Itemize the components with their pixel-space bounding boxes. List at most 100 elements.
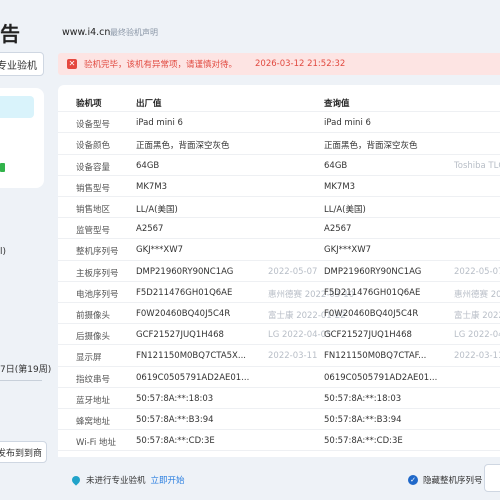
query-date: 惠州德赛 2022-03-10 [454,289,500,300]
factory-value: DMP21960RY90NC1AG [136,266,234,277]
query-value: MK7M3 [324,181,356,192]
page-title: 告 [0,22,20,46]
query-value: 0619C0505791AD2AE01... [324,372,438,383]
query-date: 2022-03-11 [454,351,500,362]
row-label: 前摄像头 [76,311,111,321]
factory-value: 正面黑色，背面深空灰色 [136,141,230,152]
query-value: 正面黑色，背面深空灰色 [324,141,418,152]
hide-serial-label: 隐藏整机序列号 [423,476,483,486]
factory-value: FN121150M0BQ7CTA5X... [136,351,246,362]
error-icon: ✕ [67,59,77,69]
table-row: 主板序列号 DMP21960RY90NC1AG 2022-05-07 DMP21960… [58,261,500,282]
query-date: 2022-05-07 [454,266,500,277]
left-divider [0,380,42,381]
table-row: 显示屏 FN121150M0BQ7CTA5X... 2022-03-11 FN1211… [58,345,500,367]
left-highlight [0,96,34,118]
query-date: LG 2022-04-05 [454,330,500,341]
publish-button[interactable]: 发布到到商 [0,441,47,463]
table-row: 前摄像头 F0W20460BQ40J5C4R 富士康 2022-01-22 F0W20… [58,303,500,325]
pro-inspection-button[interactable]: 专业验机 [0,52,44,76]
alert-message: 验机完毕，该机有异常项，请谨慎对待。 [84,60,238,70]
row-label: 后摄像头 [76,332,111,343]
header-query: 查询值 [324,99,350,109]
factory-date: 2022-03-11 [268,351,318,362]
factory-value: F5D211476GH01Q6AE [136,287,233,298]
query-value: iPad mini 6 [324,118,371,129]
edge-button[interactable] [484,464,500,492]
query-value: LL/A(美国) [324,205,366,215]
factory-value: GCF21527JUQ1H468 [136,330,224,341]
row-label: 销售地区 [76,205,111,215]
alert-banner: ✕ 验机完毕，该机有异常项，请谨慎对待。 2026-03-12 21:52:32 [58,53,500,75]
header-factory: 出厂值 [136,99,162,109]
row-label: 蜂窝地址 [76,417,111,427]
factory-date: 2022-05-07 [268,266,318,277]
left-text-2: 7日(第19周) [0,365,52,375]
row-label: 设备颜色 [76,141,111,152]
row-label: 整机序列号 [76,247,119,258]
factory-value: MK7M3 [136,181,168,192]
table-row: 蜂窝地址 50:57:8A:**:B3:94 50:57:8A:**:B3:94 [58,409,500,431]
row-label: 指纹串号 [76,374,111,385]
factory-value: F0W20460BQ40J5C4R [136,309,231,319]
query-value: 64GB [324,160,348,171]
table-row: 销售型号 MK7M3 MK7M3 [58,176,500,197]
pro-status-bar: 未进行专业验机 立即开始 [70,474,185,486]
factory-value: LL/A(美国) [136,205,178,215]
query-value: 50:57:8A:**:B3:94 [324,415,402,425]
table-row: 后摄像头 GCF21527JUQ1H468 LG 2022-04-05 GCF2152… [58,324,500,346]
row-label: 主板序列号 [76,268,119,279]
row-label: 销售型号 [76,183,111,194]
table-row: Wi-Fi 地址 50:57:8A:**:CD:3E 50:57:8A:**:CD:… [58,430,500,452]
pro-status-text: 未进行专业验机 [86,476,146,486]
disclaimer-link[interactable]: 最终验机声明 [110,27,158,38]
table-row: 设备型号 iPad mini 6 iPad mini 6 [58,112,500,134]
alert-time: 2026-03-12 21:52:32 [255,59,346,69]
row-label: 显示屏 [76,353,102,364]
factory-value: 50:57:8A:**:B3:94 [136,415,214,425]
header-label: 验机项 [76,99,102,109]
table-row: 设备容量 64GB 64GB Toshiba TLC [58,155,500,176]
query-value: A2567 [324,224,352,235]
factory-value: 50:57:8A:**:18:03 [136,393,214,404]
query-value: GCF21527JUQ1H468 [324,330,412,341]
query-value: 50:57:8A:**:18:03 [324,393,402,404]
hide-serial-option[interactable]: ✓ 隐藏整机序列号 [408,474,483,486]
factory-date: LG 2022-04-05 [268,330,332,341]
factory-value: 64GB [136,160,160,171]
inspection-table: 验机项 出厂值 查询值 设备型号 iPad mini 6 iPad mini 6 设备… [58,85,500,457]
factory-value: iPad mini 6 [136,118,183,129]
row-label: 设备型号 [76,120,111,131]
start-now-link[interactable]: 立即开始 [151,474,185,486]
query-value: F5D211476GH01Q6AE [324,287,421,298]
table-row: 电池序列号 F5D211476GH01Q6AE 惠州德赛 2022-03-10 F5D… [58,282,500,303]
row-label: 监管型号 [76,226,111,237]
row-label: 蓝牙地址 [76,395,111,406]
table-row: 设备颜色 正面黑色，背面深空灰色 正面黑色，背面深空灰色 [58,133,500,155]
site-url[interactable]: www.i4.cn [62,27,110,38]
query-value: GKJ***XW7 [324,245,372,256]
query-date: 富士康 2022-01-22 [454,311,500,321]
factory-value: 0619C0505791AD2AE01... [136,372,250,383]
query-value: F0W20460BQ40J5C4R [324,309,419,319]
table-row: 蓝牙地址 50:57:8A:**:18:03 50:57:8A:**:18:03 [58,388,500,409]
status-indicator-icon [0,163,5,172]
left-text-1: l) [0,247,7,257]
table-row: 指纹串号 0619C0505791AD2AE01... 0619C0505791AD… [58,367,500,388]
factory-value: 50:57:8A:**:CD:3E [136,436,215,447]
check-icon[interactable]: ✓ [408,475,418,485]
row-label: Wi-Fi 地址 [76,438,116,449]
query-value: 50:57:8A:**:CD:3E [324,436,403,447]
factory-value: A2567 [136,224,164,235]
row-label: 设备容量 [76,162,111,173]
query-value: FN121150M0BQ7CTAF... [324,351,427,362]
query-date: Toshiba TLC [454,160,500,171]
factory-value: GKJ***XW7 [136,245,184,256]
query-value: DMP21960RY90NC1AG [324,266,422,277]
table-row: 销售地区 LL/A(美国) LL/A(美国) [58,197,500,219]
location-pin-icon [70,474,82,486]
table-row: 监管型号 A2567 A2567 [58,218,500,240]
row-label: 电池序列号 [76,289,119,300]
left-panel: 告 专业验机 l) 7日(第19周) 发布到到商 [0,0,52,500]
table-row: 整机序列号 GKJ***XW7 GKJ***XW7 [58,239,500,261]
